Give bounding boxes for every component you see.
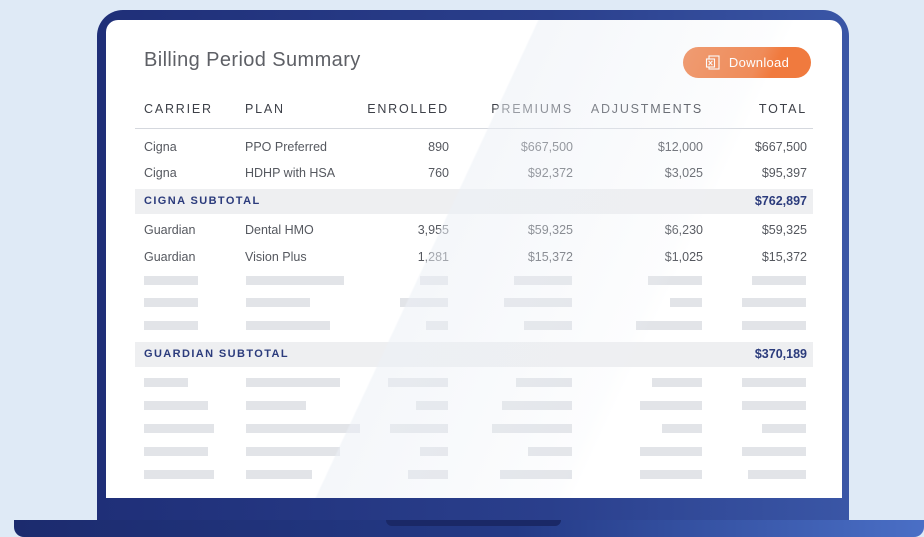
cell-adjustments: $6,230 xyxy=(664,223,703,237)
guardian-subtotal-row: GUARDIAN SUBTOTAL $370,189 xyxy=(135,342,813,367)
placeholder-bar xyxy=(524,321,572,330)
placeholder-bar xyxy=(504,298,572,307)
table-header: CARRIER PLAN ENROLLED PREMIUMS ADJUSTMEN… xyxy=(135,98,813,129)
cell-enrolled: 1,281 xyxy=(417,250,449,264)
cell-enrolled: 760 xyxy=(428,166,449,180)
placeholder-bar xyxy=(492,424,572,433)
placeholder-bar xyxy=(652,378,702,387)
placeholder-bar xyxy=(648,276,702,285)
table-row: Guardian Vision Plus 1,281 $15,372 $1,02… xyxy=(135,245,813,269)
placeholder-bar xyxy=(420,447,448,456)
placeholder-bar xyxy=(246,321,330,330)
subtotal-value: $762,897 xyxy=(754,194,807,208)
download-button[interactable]: Download xyxy=(683,47,811,78)
table-row: Cigna PPO Preferred 890 $667,500 $12,000… xyxy=(135,135,813,159)
placeholder-bar xyxy=(144,447,208,456)
placeholder-bar xyxy=(514,276,572,285)
placeholder-bar xyxy=(748,470,806,479)
cell-enrolled: 3,955 xyxy=(417,223,449,237)
cell-carrier: Cigna xyxy=(144,140,177,154)
placeholder-bar xyxy=(246,401,306,410)
cell-plan: HDHP with HSA xyxy=(245,166,336,180)
placeholder-bar xyxy=(636,321,702,330)
column-header-adjustments: ADJUSTMENTS xyxy=(590,102,703,116)
laptop-notch xyxy=(386,520,561,526)
placeholder-bar xyxy=(246,378,340,387)
placeholder-bar xyxy=(246,298,310,307)
placeholder-bar xyxy=(144,378,188,387)
table-row: Cigna HDHP with HSA 760 $92,372 $3,025 $… xyxy=(135,161,813,185)
cell-carrier: Guardian xyxy=(144,250,196,264)
cell-adjustments: $1,025 xyxy=(664,250,703,264)
cell-plan: PPO Preferred xyxy=(245,140,327,154)
cell-total: $59,325 xyxy=(761,223,807,237)
placeholder-bar xyxy=(640,447,702,456)
cell-adjustments: $3,025 xyxy=(664,166,703,180)
placeholder-bar xyxy=(144,401,208,410)
placeholder-bar xyxy=(742,378,806,387)
subtotal-label: GUARDIAN SUBTOTAL xyxy=(144,348,289,360)
subtotal-value: $370,189 xyxy=(754,347,807,361)
placeholder-bar xyxy=(516,378,572,387)
placeholder-bar xyxy=(742,401,806,410)
placeholder-bar xyxy=(742,321,806,330)
excel-file-icon xyxy=(705,54,721,71)
cell-enrolled: 890 xyxy=(428,140,449,154)
cell-total: $667,500 xyxy=(754,140,807,154)
placeholder-bar xyxy=(528,447,572,456)
column-header-enrolled: ENROLLED xyxy=(367,102,449,116)
placeholder-bar xyxy=(408,470,448,479)
cell-carrier: Guardian xyxy=(144,223,196,237)
cell-plan: Dental HMO xyxy=(245,223,314,237)
cell-premiums: $15,372 xyxy=(527,250,573,264)
placeholder-bar xyxy=(502,401,572,410)
column-header-carrier: CARRIER xyxy=(144,102,213,116)
placeholder-bar xyxy=(662,424,702,433)
placeholder-bar xyxy=(246,276,344,285)
column-header-premiums: PREMIUMS xyxy=(491,102,573,116)
placeholder-bar xyxy=(500,470,572,479)
placeholder-bar xyxy=(144,276,198,285)
placeholder-bar xyxy=(640,470,702,479)
placeholder-bar xyxy=(144,424,214,433)
placeholder-bar xyxy=(144,298,198,307)
placeholder-bar xyxy=(144,321,198,330)
cell-total: $15,372 xyxy=(761,250,807,264)
placeholder-bar xyxy=(762,424,806,433)
placeholder-bar xyxy=(246,470,312,479)
page-title: Billing Period Summary xyxy=(144,49,361,71)
placeholder-bar xyxy=(640,401,702,410)
placeholder-bar xyxy=(670,298,702,307)
cell-carrier: Cigna xyxy=(144,166,177,180)
column-header-total: TOTAL xyxy=(758,102,807,116)
download-label: Download xyxy=(728,55,790,70)
placeholder-bar xyxy=(246,447,340,456)
cell-plan: Vision Plus xyxy=(245,250,307,264)
cell-premiums: $59,325 xyxy=(527,223,573,237)
cell-adjustments: $12,000 xyxy=(657,140,703,154)
table-row: Guardian Dental HMO 3,955 $59,325 $6,230… xyxy=(135,218,813,242)
placeholder-bar xyxy=(742,447,806,456)
placeholder-bar xyxy=(246,424,360,433)
cell-premiums: $92,372 xyxy=(527,166,573,180)
placeholder-bar xyxy=(742,298,806,307)
placeholder-bar xyxy=(420,276,448,285)
placeholder-bar xyxy=(426,321,448,330)
placeholder-bar xyxy=(390,424,448,433)
placeholder-bar xyxy=(400,298,448,307)
cell-premiums: $667,500 xyxy=(520,140,573,154)
cigna-subtotal-row: CIGNA SUBTOTAL $762,897 xyxy=(135,189,813,214)
column-header-plan: PLAN xyxy=(245,102,285,116)
placeholder-bar xyxy=(144,470,214,479)
placeholder-bar xyxy=(752,276,806,285)
laptop-screen: Billing Period Summary Download CARRIER … xyxy=(106,20,842,498)
placeholder-bar xyxy=(388,378,448,387)
subtotal-label: CIGNA SUBTOTAL xyxy=(144,195,261,207)
cell-total: $95,397 xyxy=(761,166,807,180)
placeholder-bar xyxy=(416,401,448,410)
